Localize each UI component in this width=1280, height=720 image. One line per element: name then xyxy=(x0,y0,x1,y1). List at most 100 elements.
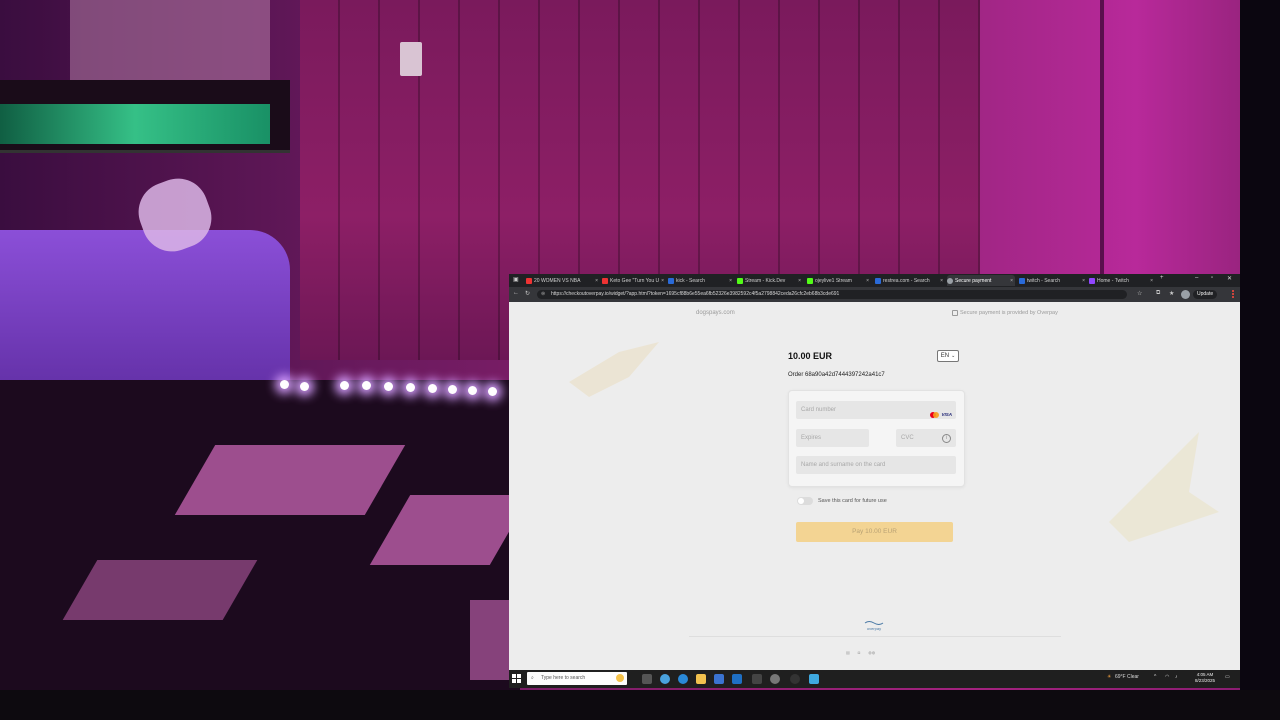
refresh-icon[interactable]: ↻ xyxy=(525,290,530,297)
store-icon[interactable] xyxy=(714,674,724,684)
led-light xyxy=(300,382,309,391)
card-number-field[interactable]: Card number VISA xyxy=(796,401,956,419)
monitor-frame xyxy=(1240,0,1280,720)
update-button[interactable]: Update xyxy=(1193,290,1218,299)
taskbar-clock[interactable]: 4:05 AM 8/23/2025 xyxy=(1195,672,1215,684)
payment-amount: 10.00 EUR xyxy=(788,351,833,361)
weather-icon[interactable]: ☀ xyxy=(1107,674,1111,680)
address-bar[interactable]: ⊜ https://checkoutoverpay.io/widget/?app… xyxy=(537,290,1127,299)
expires-field[interactable]: Expires xyxy=(796,429,869,447)
card-brands: VISA xyxy=(930,406,952,424)
door-seam xyxy=(1100,0,1104,290)
kick-icon xyxy=(807,277,813,284)
settings-icon[interactable] xyxy=(770,674,780,684)
decorative-shape xyxy=(1109,432,1219,542)
youtube-icon xyxy=(602,277,608,284)
wall-outlet xyxy=(400,42,422,76)
bing-chat-icon[interactable] xyxy=(616,674,624,682)
decorative-shape xyxy=(569,342,659,397)
close-tab-icon[interactable]: × xyxy=(1150,278,1155,284)
tab-actions-icon[interactable]: ▣ xyxy=(513,276,519,283)
payment-page: dogspays.com Secure payment is provided … xyxy=(509,302,1240,670)
led-light xyxy=(362,381,371,390)
tab-twitch-search[interactable]: twitch - Search × xyxy=(1019,275,1087,286)
floor-tile xyxy=(174,445,406,515)
tab-restrea-search[interactable]: restrea.com - Search × xyxy=(875,275,945,286)
tab-secure-payment[interactable]: Secure payment × xyxy=(947,275,1015,286)
bookmark-star-icon[interactable]: ☆ xyxy=(1137,290,1142,297)
edge-icon[interactable] xyxy=(678,674,688,684)
youtube-icon xyxy=(526,277,532,284)
browser-window: ▣ 20 WOMEN VS NBA × Keto Gee "Turn You U… xyxy=(509,274,1240,688)
notification-icon[interactable]: ▭ xyxy=(1225,674,1230,680)
task-view-icon[interactable] xyxy=(642,674,652,684)
pay-button[interactable]: Pay 10.00 EUR xyxy=(796,522,953,542)
cardholder-name-field[interactable]: Name and surname on the card xyxy=(796,456,956,474)
tab-kick-search[interactable]: kick - Search × xyxy=(668,275,734,286)
tab-20-women[interactable]: 20 WOMEN VS NBA × xyxy=(526,275,600,286)
back-icon[interactable]: ← xyxy=(513,290,519,296)
weather-text[interactable]: 69°F Clear xyxy=(1115,674,1139,680)
mail-icon[interactable] xyxy=(732,674,742,684)
close-tab-icon[interactable]: × xyxy=(1082,278,1087,284)
app-icon[interactable] xyxy=(752,674,762,684)
close-tab-icon[interactable]: × xyxy=(798,278,803,284)
merchant-name: dogspays.com xyxy=(696,310,735,316)
search-icon: ⌕ xyxy=(531,675,534,681)
file-explorer-icon[interactable] xyxy=(696,674,706,684)
led-light xyxy=(428,384,437,393)
close-tab-icon[interactable]: × xyxy=(729,278,734,284)
door-left xyxy=(70,0,270,90)
save-card-row: Save this card for future use xyxy=(797,497,887,505)
tab-home-twitch[interactable]: Home - Twitch × xyxy=(1089,275,1155,286)
door-right xyxy=(980,0,1240,300)
profile-avatar[interactable] xyxy=(1181,290,1190,299)
shield-badge-icon: ◘ xyxy=(857,650,861,655)
bing-icon xyxy=(875,277,881,284)
language-select[interactable]: EN ⌄ xyxy=(937,350,959,362)
minimize-icon[interactable]: – xyxy=(1195,275,1198,281)
network-icon[interactable]: ◠ xyxy=(1165,674,1169,680)
chrome-icon[interactable] xyxy=(660,674,670,684)
monitor-bezel xyxy=(0,690,1280,720)
windows-taskbar: ⌕ Type here to search ☀ 69°F Clear ^ ◠ ♪… xyxy=(509,670,1240,688)
bing-icon xyxy=(1019,277,1025,284)
tab-stream-kick[interactable]: Stream - Kick.Dev × xyxy=(737,275,803,286)
close-tab-icon[interactable]: × xyxy=(595,278,600,284)
tray-chevron-icon[interactable]: ^ xyxy=(1154,674,1156,680)
windows-start-icon[interactable] xyxy=(512,674,521,683)
led-light xyxy=(340,381,349,390)
footer-badges: ▤ ◘ ◍◍ xyxy=(846,650,875,655)
tab-strip: ▣ 20 WOMEN VS NBA × Keto Gee "Turn You U… xyxy=(509,274,1240,287)
tab-ojeylive[interactable]: ojeylive1 Stream × xyxy=(807,275,871,286)
close-tab-icon[interactable]: × xyxy=(866,278,871,284)
twitch-icon xyxy=(1089,277,1095,284)
volume-icon[interactable]: ♪ xyxy=(1175,674,1178,680)
chevron-down-icon: ⌄ xyxy=(951,353,956,359)
kick-icon xyxy=(737,277,743,284)
extensions-icon[interactable]: ⧉ xyxy=(1156,290,1160,297)
browser-toolbar: ← ↻ ⊜ https://checkoutoverpay.io/widget/… xyxy=(509,287,1240,302)
cvc-field[interactable]: CVC i xyxy=(896,429,956,447)
maximize-icon[interactable]: ▫ xyxy=(1211,275,1213,281)
led-light xyxy=(280,380,289,389)
bing-icon xyxy=(668,277,674,284)
close-tab-icon[interactable]: × xyxy=(1010,278,1015,284)
site-info-icon[interactable]: ⊜ xyxy=(541,290,545,299)
obs-icon[interactable] xyxy=(790,674,800,684)
new-tab-button[interactable]: + xyxy=(1160,275,1164,281)
close-window-icon[interactable]: ✕ xyxy=(1227,275,1232,282)
wave-icon xyxy=(864,621,884,625)
favorites-icon[interactable]: ★ xyxy=(1169,290,1174,297)
tab-keto-gee[interactable]: Keto Gee "Turn You U × xyxy=(602,275,664,286)
visa-icon: VISA xyxy=(941,412,952,417)
active-app-icon[interactable] xyxy=(809,674,819,684)
close-tab-icon[interactable]: × xyxy=(661,278,664,284)
led-light xyxy=(406,383,415,392)
info-icon[interactable]: i xyxy=(942,434,951,443)
taskbar-search[interactable]: ⌕ Type here to search xyxy=(527,672,627,685)
save-card-toggle[interactable] xyxy=(797,497,813,505)
menu-icon[interactable] xyxy=(1229,289,1237,299)
led-light xyxy=(448,385,457,394)
close-tab-icon[interactable]: × xyxy=(940,278,945,284)
